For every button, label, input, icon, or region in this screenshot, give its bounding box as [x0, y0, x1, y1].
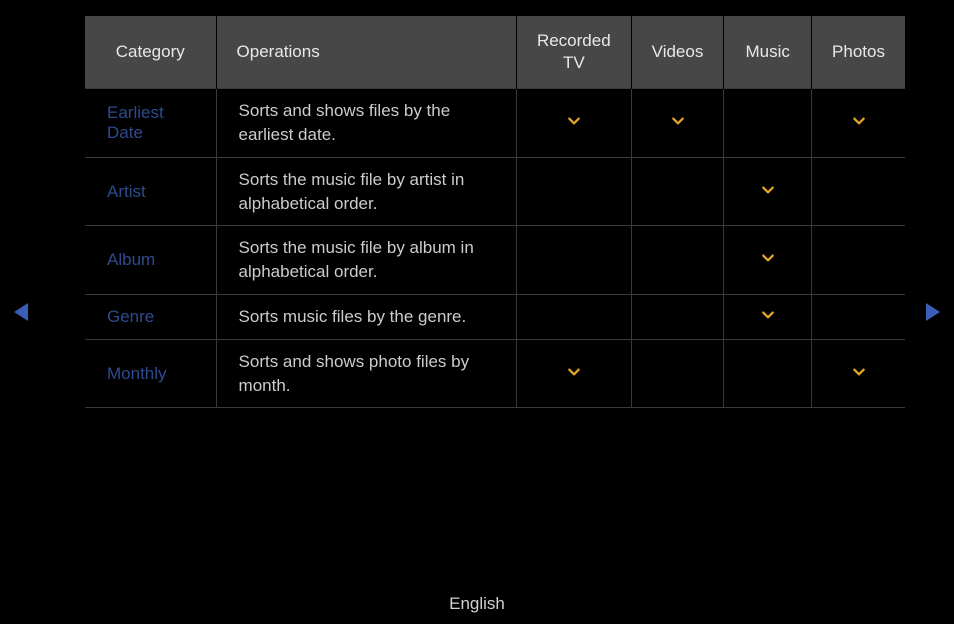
recorded_tv-cell [516, 226, 631, 295]
operations-cell: Sorts and shows files by the earliest da… [216, 89, 516, 158]
category-cell: Genre [85, 294, 216, 339]
chevron-down-icon [761, 182, 775, 196]
videos-cell [631, 339, 724, 408]
table-row: GenreSorts music files by the genre. [85, 294, 905, 339]
music-cell [724, 157, 812, 226]
table-row: MonthlySorts and shows photo files by mo… [85, 339, 905, 408]
category-cell: Earliest Date [85, 89, 216, 158]
header-operations: Operations [216, 16, 516, 89]
music-cell [724, 339, 812, 408]
nav-next-button[interactable] [926, 303, 940, 321]
category-cell: Monthly [85, 339, 216, 408]
photos-cell [812, 226, 905, 295]
operations-cell: Sorts the music file by artist in alphab… [216, 157, 516, 226]
chevron-down-icon [761, 307, 775, 321]
table-row: ArtistSorts the music file by artist in … [85, 157, 905, 226]
chevron-down-icon [852, 113, 866, 127]
chevron-down-icon [671, 113, 685, 127]
sort-options-table: Category Operations Recorded TV Videos M… [85, 16, 905, 408]
header-music: Music [724, 16, 812, 89]
operations-cell: Sorts the music file by album in alphabe… [216, 226, 516, 295]
videos-cell [631, 226, 724, 295]
music-cell [724, 226, 812, 295]
footer-language: English [0, 594, 954, 614]
nav-prev-button[interactable] [14, 303, 28, 321]
photos-cell [812, 157, 905, 226]
table-row: Earliest DateSorts and shows files by th… [85, 89, 905, 158]
table-row: AlbumSorts the music file by album in al… [85, 226, 905, 295]
category-cell: Artist [85, 157, 216, 226]
photos-cell [812, 294, 905, 339]
operations-cell: Sorts and shows photo files by month. [216, 339, 516, 408]
music-cell [724, 89, 812, 158]
photos-cell [812, 89, 905, 158]
recorded_tv-cell [516, 157, 631, 226]
videos-cell [631, 89, 724, 158]
header-recorded-tv: Recorded TV [516, 16, 631, 89]
header-category: Category [85, 16, 216, 89]
photos-cell [812, 339, 905, 408]
operations-cell: Sorts music files by the genre. [216, 294, 516, 339]
chevron-down-icon [761, 250, 775, 264]
videos-cell [631, 294, 724, 339]
chevron-down-icon [567, 364, 581, 378]
recorded_tv-cell [516, 294, 631, 339]
header-photos: Photos [812, 16, 905, 89]
header-videos: Videos [631, 16, 724, 89]
recorded_tv-cell [516, 339, 631, 408]
music-cell [724, 294, 812, 339]
chevron-down-icon [852, 364, 866, 378]
recorded_tv-cell [516, 89, 631, 158]
chevron-down-icon [567, 113, 581, 127]
videos-cell [631, 157, 724, 226]
category-cell: Album [85, 226, 216, 295]
